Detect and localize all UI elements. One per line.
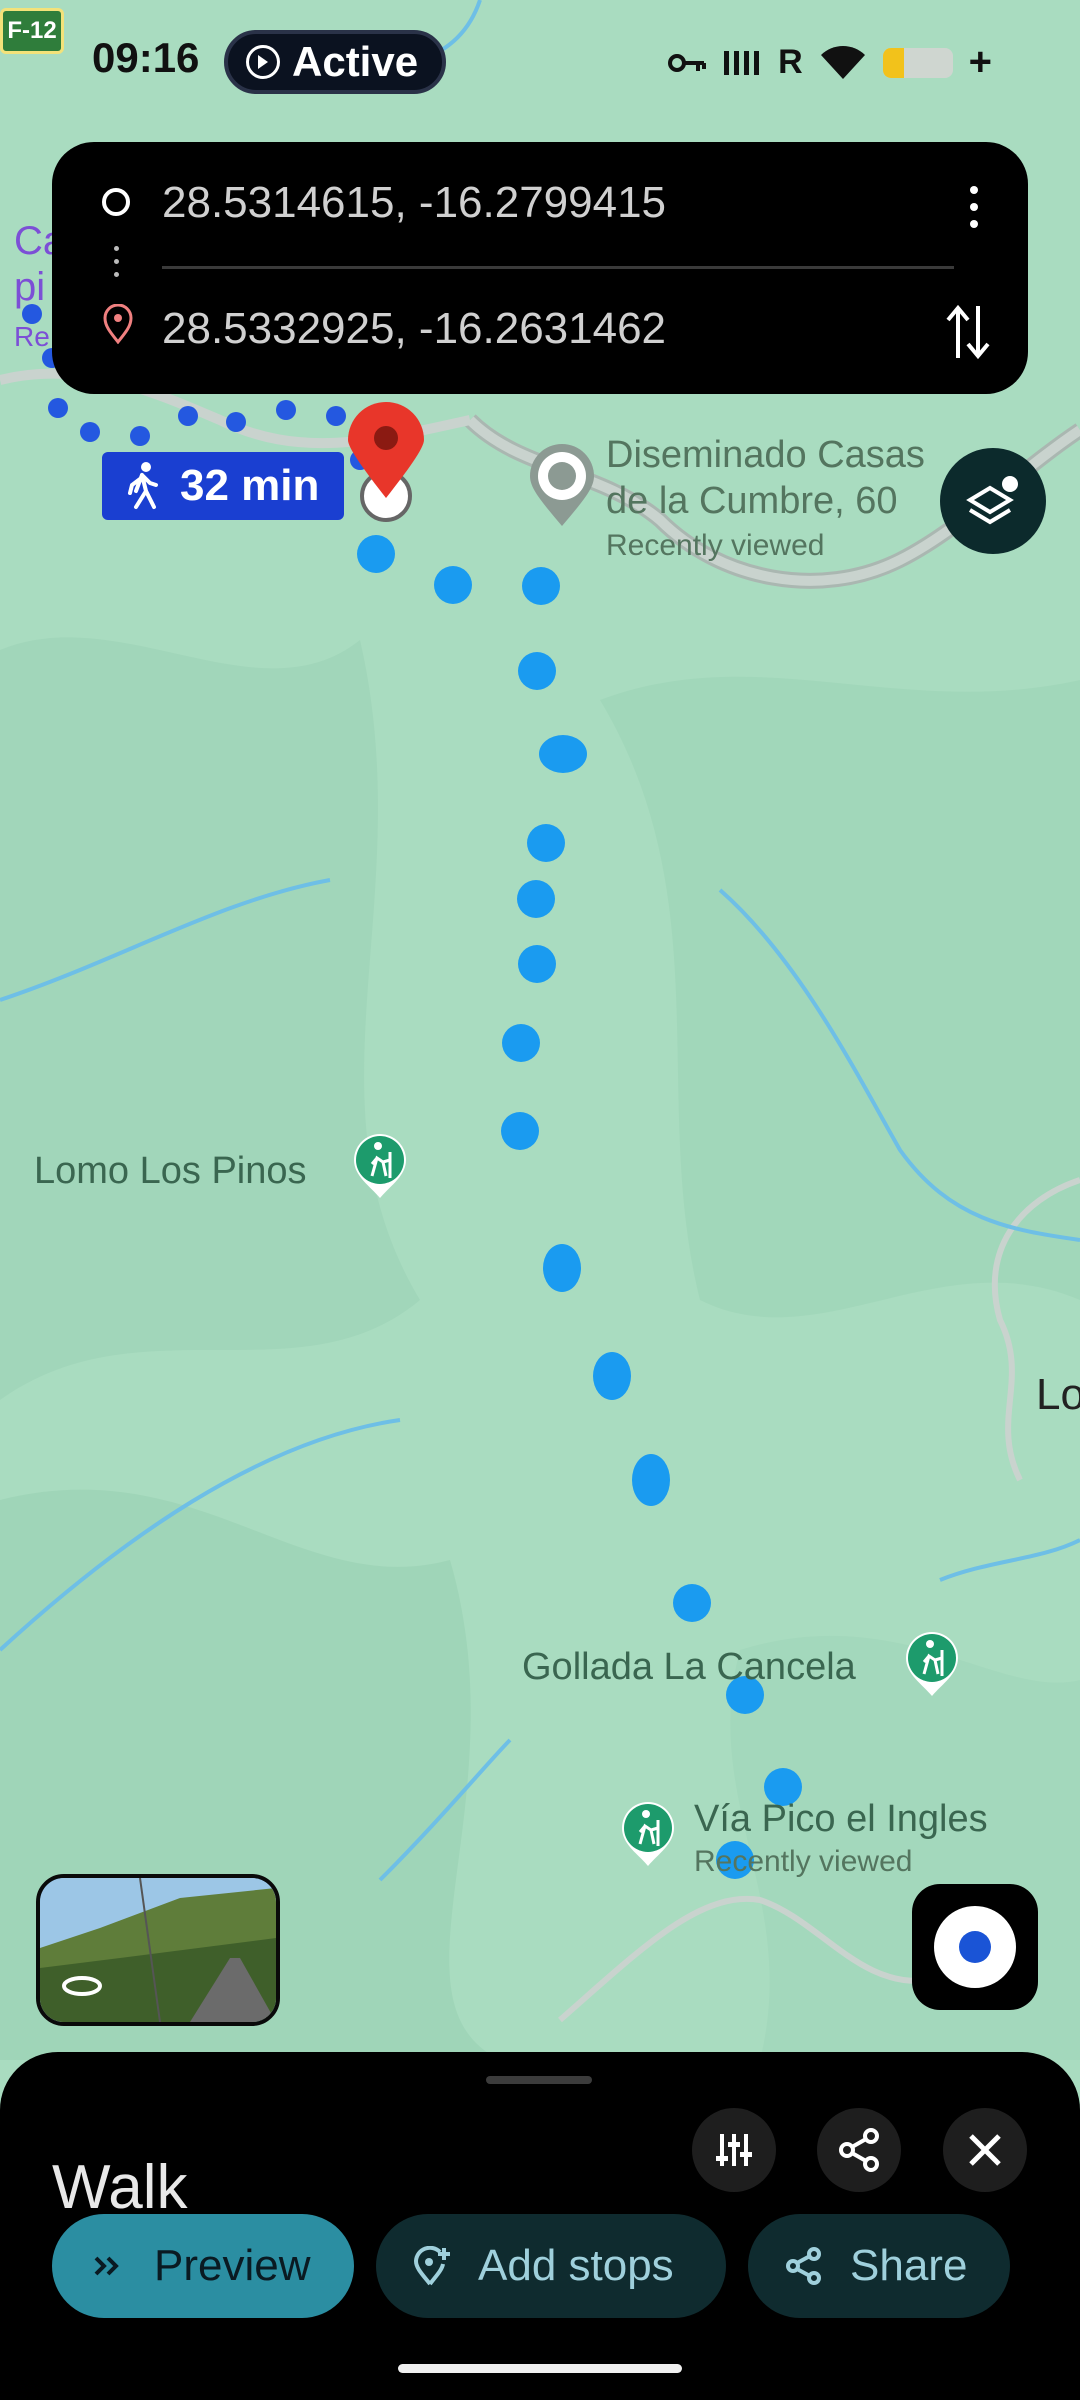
drag-handle[interactable] — [486, 2076, 592, 2084]
share-icon — [786, 2247, 821, 2285]
edge-label-2: pi — [14, 265, 46, 309]
active-indicator[interactable]: Active — [224, 30, 446, 94]
poi-label-lomo-los-pinos[interactable]: Lomo Los Pinos — [34, 1148, 307, 1194]
mode-title: Walk — [52, 2153, 188, 2222]
tune-icon — [716, 2134, 752, 2166]
wifi-icon — [820, 45, 865, 79]
street-view-image — [40, 1878, 276, 2022]
map-label-right-edge: Lo — [1036, 1370, 1080, 1419]
edge-label-3: Re — [14, 321, 50, 352]
close-icon — [969, 2134, 1001, 2166]
add-stops-label: Add stops — [478, 2241, 674, 2290]
share-icon-button[interactable] — [817, 2108, 901, 2192]
share-icon — [839, 2128, 879, 2172]
layers-button[interactable] — [940, 448, 1046, 554]
charging-plus-icon: + — [968, 40, 992, 84]
origin-row[interactable]: 28.5314615, -16.2799415 — [52, 142, 1028, 262]
roaming-label: R — [778, 43, 803, 81]
bottom-sheet: Walk Preview Add stops Share — [0, 2052, 1080, 2400]
preview-label: Preview — [154, 2241, 311, 2290]
status-bar: F-12 09:16 Active R + — [0, 0, 1080, 125]
my-location-button[interactable] — [912, 1884, 1038, 2010]
poi-label-gollada[interactable]: Gollada La Cancela — [522, 1644, 856, 1690]
share-button[interactable]: Share — [748, 2214, 1010, 2318]
battery-icon — [882, 47, 953, 78]
walk-time-badge[interactable]: 32 min — [102, 452, 344, 520]
place-name-line-1: Diseminado Casas — [606, 434, 925, 476]
home-indicator[interactable] — [398, 2364, 682, 2373]
poi-sub-via-pico: Recently viewed — [694, 1845, 913, 1878]
road-tag: F-12 — [0, 8, 64, 54]
preview-button[interactable]: Preview — [52, 2214, 354, 2318]
destination-field[interactable]: 28.5332925, -16.2631462 — [162, 304, 666, 354]
add-stops-button[interactable]: Add stops — [376, 2214, 726, 2318]
add-location-icon — [413, 2246, 450, 2286]
active-label: Active — [292, 38, 419, 85]
share-label: Share — [850, 2241, 968, 2290]
place-label-diseminado[interactable]: Diseminado Casas de la Cumbre, 60 — [606, 432, 925, 524]
walking-icon — [128, 462, 158, 509]
vpn-key-icon — [668, 53, 707, 72]
place-name-line-2: de la Cumbre, 60 — [606, 480, 898, 522]
poi-label-via-pico[interactable]: Vía Pico el Ingles — [694, 1796, 988, 1842]
destination-row[interactable]: 28.5332925, -16.2631462 — [52, 268, 1028, 388]
street-view-thumbnail[interactable] — [36, 1874, 280, 2026]
location-dot-icon — [959, 1931, 991, 1963]
destination-pin-icon — [103, 304, 133, 344]
signal-icon — [724, 50, 760, 75]
place-sub-diseminado: Recently viewed — [606, 529, 825, 562]
clock: 09:16 — [92, 34, 200, 81]
origin-field[interactable]: 28.5314615, -16.2799415 — [162, 178, 666, 228]
more-vert-button[interactable] — [964, 186, 984, 236]
route-card: 28.5314615, -16.2799415 28.5332925, -16.… — [52, 142, 1028, 394]
system-icons: R + — [668, 40, 992, 85]
layers-icon — [966, 476, 1018, 525]
hiking-poi-icon[interactable] — [618, 1798, 678, 1868]
battery-level — [882, 47, 904, 78]
close-button[interactable] — [943, 2108, 1027, 2192]
origin-circle-icon — [102, 188, 130, 216]
double-chevron-icon — [94, 2256, 119, 2276]
hiking-poi-icon[interactable] — [350, 1130, 410, 1200]
hiking-poi-icon[interactable] — [902, 1628, 962, 1698]
walk-time: 32 min — [180, 461, 320, 510]
options-button[interactable] — [692, 2108, 776, 2192]
swap-icon[interactable] — [944, 300, 992, 364]
play-circle-icon — [246, 45, 280, 79]
